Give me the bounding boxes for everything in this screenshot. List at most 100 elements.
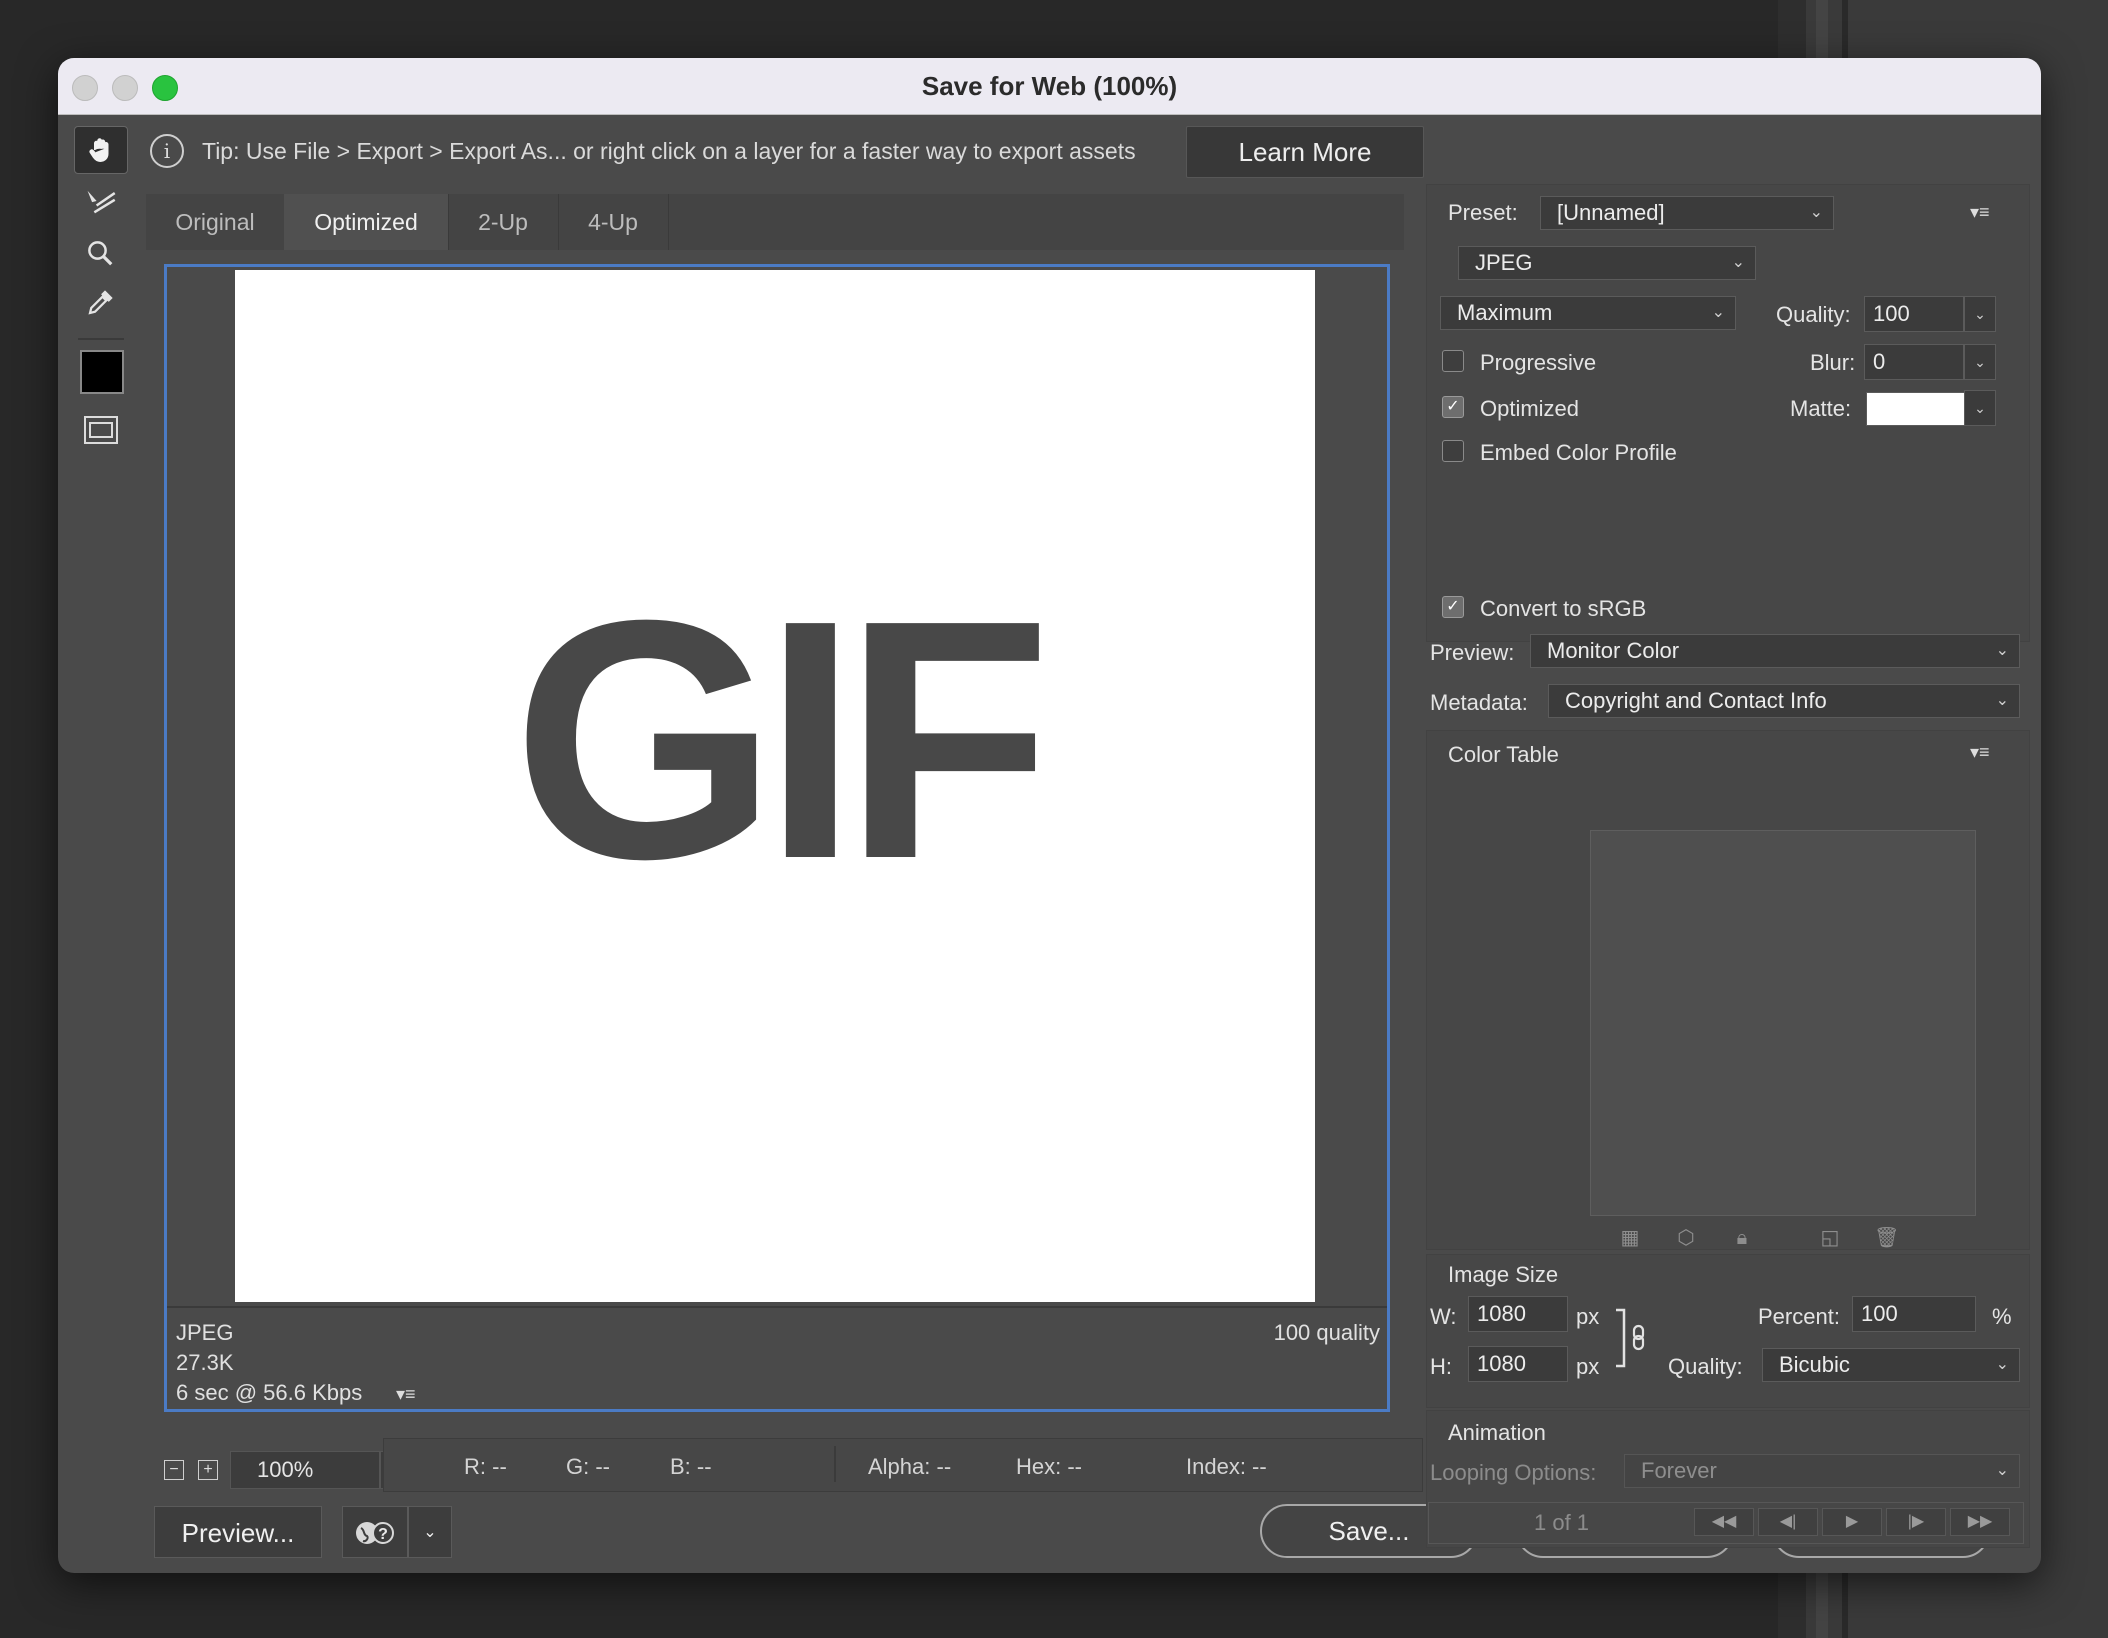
percent-unit: % xyxy=(1992,1304,2012,1329)
color-table-menu-icon[interactable]: ▾≡ xyxy=(1970,742,1990,763)
color-table-title: Color Table xyxy=(1448,742,1559,767)
previous-frame-icon[interactable]: ◀| xyxy=(1758,1508,1818,1536)
pixel-index-value: Index: -- xyxy=(1186,1454,1267,1479)
learn-more-button[interactable]: Learn More xyxy=(1186,126,1424,178)
pixel-red-value: R: -- xyxy=(464,1454,507,1479)
zoom-in-button[interactable]: + xyxy=(198,1460,218,1480)
export-tip-text: Tip: Use File > Export > Export As... or… xyxy=(202,138,1136,164)
link-icon xyxy=(1616,1308,1645,1368)
preview-in-browser-button[interactable]: Preview... xyxy=(154,1506,322,1558)
chevron-down-icon: ⌄ xyxy=(1995,1462,2009,1479)
preset-label: Preset: xyxy=(1448,200,1518,225)
preset-dropdown[interactable]: [Unnamed] ⌄ xyxy=(1540,196,1834,230)
window-title: Save for Web (100%) xyxy=(921,71,1178,101)
browser-dropdown-icon[interactable]: ⌄ xyxy=(408,1506,452,1558)
preview-mode-value: Monitor Color xyxy=(1547,638,1680,663)
maximize-window-button[interactable] xyxy=(152,75,178,101)
width-input[interactable]: 1080 xyxy=(1468,1296,1568,1332)
close-window-button[interactable] xyxy=(72,75,98,101)
color-table-grid[interactable] xyxy=(1590,830,1976,1216)
canvas-gif-text: GIF xyxy=(512,550,1052,930)
convert-srgb-checkbox[interactable]: ✓ xyxy=(1442,596,1464,618)
blur-label: Blur: xyxy=(1810,350,1856,375)
preview-download-time: 6 sec @ 56.6 Kbps xyxy=(176,1380,363,1405)
toggle-slices-visibility-button[interactable] xyxy=(78,410,124,450)
lock-color-icon[interactable]: 🔒︎ xyxy=(1730,1226,1754,1250)
first-frame-icon[interactable]: ◀◀ xyxy=(1694,1508,1754,1536)
download-speed-menu-icon[interactable]: ▾≡ xyxy=(396,1384,416,1405)
metadata-value: Copyright and Contact Info xyxy=(1565,688,1827,713)
web-snap-icon[interactable]: ▦ xyxy=(1618,1226,1642,1250)
optimized-checkbox[interactable]: ✓ xyxy=(1442,396,1464,418)
chevron-down-icon: ⌄ xyxy=(1809,204,1823,221)
height-unit: px xyxy=(1576,1354,1600,1379)
file-format-value: JPEG xyxy=(1475,250,1533,275)
last-frame-icon[interactable]: ▶▶ xyxy=(1950,1508,2010,1536)
constrain-proportions-link[interactable] xyxy=(1614,1304,1645,1376)
matte-dropdown[interactable]: ⌄ xyxy=(1964,390,1996,426)
optimize-menu-icon[interactable]: ▾≡ xyxy=(1970,202,1990,223)
blur-input[interactable]: 0 xyxy=(1864,344,1964,380)
tab-4-up[interactable]: 4-Up xyxy=(558,194,669,250)
preview-format: JPEG xyxy=(176,1320,234,1345)
matte-label: Matte: xyxy=(1790,396,1852,421)
slice-select-icon[interactable] xyxy=(74,178,126,224)
preview-mode-dropdown[interactable]: Monitor Color ⌄ xyxy=(1530,634,2020,668)
quality-label: Quality: xyxy=(1776,302,1851,327)
image-canvas[interactable]: GIF xyxy=(235,270,1315,1302)
slices-visibility-icon xyxy=(84,416,118,444)
tool-divider xyxy=(78,338,124,340)
embed-color-profile-checkbox[interactable] xyxy=(1442,440,1464,462)
browser-select-button[interactable]: ? xyxy=(342,1506,408,1558)
hand-icon xyxy=(74,126,128,174)
tab-optimized[interactable]: Optimized xyxy=(284,194,449,250)
looping-options-value: Forever xyxy=(1641,1458,1717,1483)
info-icon: i xyxy=(150,134,184,168)
eyedropper-color-swatch[interactable] xyxy=(80,350,124,394)
zoom-level-field[interactable]: 100% xyxy=(230,1451,380,1489)
chevron-down-icon: ⌄ xyxy=(1995,642,2009,659)
minimize-window-button[interactable] xyxy=(112,75,138,101)
embed-color-profile-label: Embed Color Profile xyxy=(1480,440,1677,465)
resample-quality-value: Bicubic xyxy=(1779,1352,1850,1377)
metadata-dropdown[interactable]: Copyright and Contact Info ⌄ xyxy=(1548,684,2020,718)
chevron-down-icon: ⌄ xyxy=(1995,1356,2009,1373)
new-color-icon[interactable]: ◱ xyxy=(1818,1226,1842,1250)
height-input[interactable]: 1080 xyxy=(1468,1346,1568,1382)
hand-tool[interactable] xyxy=(74,126,128,174)
resample-quality-label: Quality: xyxy=(1668,1354,1743,1379)
tab-2-up[interactable]: 2-Up xyxy=(448,194,559,250)
blur-slider-dropdown[interactable]: ⌄ xyxy=(1964,344,1996,380)
progressive-checkbox[interactable] xyxy=(1442,350,1464,372)
progressive-label: Progressive xyxy=(1480,350,1597,375)
width-unit: px xyxy=(1576,1304,1600,1329)
quality-level-value: Maximum xyxy=(1457,300,1553,325)
convert-srgb-label: Convert to sRGB xyxy=(1480,596,1647,621)
eyedropper-icon[interactable] xyxy=(74,280,126,326)
width-label: W: xyxy=(1430,1304,1457,1329)
web-safe-cube-icon[interactable]: ⬡ xyxy=(1674,1226,1698,1250)
quality-slider-dropdown[interactable]: ⌄ xyxy=(1964,296,1996,332)
zoom-out-button[interactable]: − xyxy=(164,1460,184,1480)
optimized-label: Optimized xyxy=(1480,396,1580,421)
quality-level-dropdown[interactable]: Maximum ⌄ xyxy=(1440,296,1736,330)
quality-input[interactable]: 100 xyxy=(1864,296,1964,332)
browser-globe-icon: ? xyxy=(356,1522,394,1544)
matte-color-swatch[interactable] xyxy=(1866,392,1966,426)
tab-original[interactable]: Original xyxy=(146,194,285,250)
percent-input[interactable]: 100 xyxy=(1852,1296,1976,1332)
preview-mode-label: Preview: xyxy=(1430,640,1515,665)
file-format-dropdown[interactable]: JPEG ⌄ xyxy=(1458,246,1756,280)
next-frame-icon[interactable]: |▶ xyxy=(1886,1508,1946,1536)
play-icon[interactable]: ▶ xyxy=(1822,1508,1882,1536)
pixel-alpha-value: Alpha: -- xyxy=(868,1454,952,1479)
animation-title: Animation xyxy=(1448,1420,1546,1445)
looping-options-label: Looping Options: xyxy=(1430,1460,1597,1485)
trash-icon[interactable]: 🗑︎ xyxy=(1874,1226,1899,1250)
preset-value: [Unnamed] xyxy=(1557,200,1665,225)
percent-label: Percent: xyxy=(1758,1304,1840,1329)
resample-quality-dropdown[interactable]: Bicubic ⌄ xyxy=(1762,1348,2020,1382)
zoom-icon[interactable] xyxy=(74,230,126,276)
looping-options-dropdown[interactable]: Forever ⌄ xyxy=(1624,1454,2020,1488)
preview-quality: 100 quality xyxy=(1273,1320,1380,1345)
